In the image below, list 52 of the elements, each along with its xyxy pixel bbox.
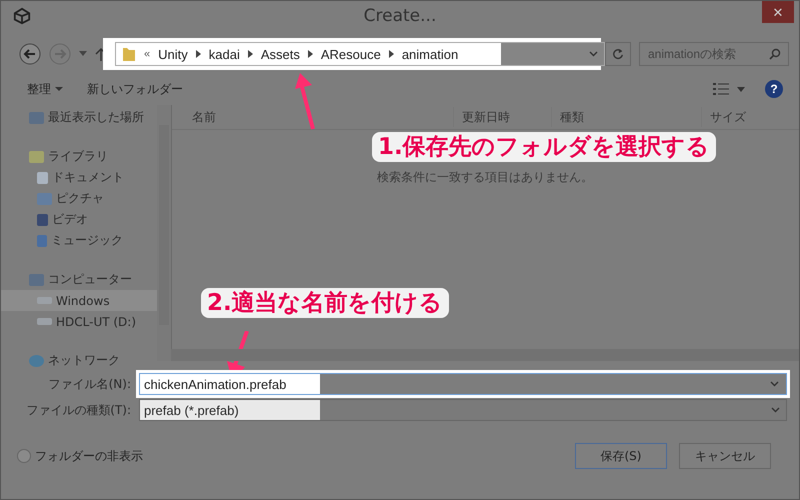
dropdown-icon[interactable]	[737, 86, 745, 92]
column-header[interactable]: 名前	[172, 107, 454, 127]
sidebar-item[interactable]: Windows	[1, 290, 157, 311]
dropdown-icon[interactable]	[79, 51, 87, 57]
breadcrumb-item[interactable]: AResouce	[320, 46, 381, 62]
breadcrumb-item[interactable]: Unity	[158, 46, 188, 62]
filename-field[interactable]: chickenAnimation.prefab	[139, 373, 787, 395]
breadcrumb-item[interactable]: Assets	[260, 46, 300, 62]
chevron-icon[interactable]	[248, 50, 253, 58]
close-button[interactable]: ✕	[762, 1, 794, 23]
sidebar-item[interactable]: 最近表示した場所	[1, 107, 157, 128]
sidebar-item[interactable]: ビデオ	[1, 209, 157, 230]
refresh-button[interactable]	[605, 42, 631, 66]
chevron-icon[interactable]	[308, 50, 313, 58]
hide-folders-button[interactable]: フォルダーの非表示	[17, 448, 143, 464]
sidebar-item[interactable]: コンピューター	[1, 269, 157, 290]
new-folder-button[interactable]: 新しいフォルダー	[85, 78, 185, 100]
filename-label: ファイル名(N):	[48, 376, 131, 392]
window-title: Create...	[364, 6, 436, 26]
back-icon[interactable]	[19, 43, 41, 65]
horizontal-scrollbar[interactable]	[171, 349, 799, 361]
breadcrumb-item[interactable]: animation	[402, 46, 458, 62]
filetype-dropdown[interactable]: prefab (*.prefab)	[139, 399, 787, 421]
dropdown-chevron-icon[interactable]	[771, 407, 780, 413]
sidebar-item[interactable]: ピクチャ	[1, 188, 157, 209]
chevron-icon[interactable]	[388, 50, 394, 58]
sidebar-item[interactable]: ミュージック	[1, 230, 157, 251]
column-header[interactable]: サイズ	[702, 107, 792, 127]
dialog-button[interactable]: 保存(S)	[575, 443, 667, 469]
refresh-icon	[612, 47, 624, 61]
sidebar-item[interactable]: ドキュメント	[1, 167, 157, 188]
overflow-chevron[interactable]: «	[144, 48, 150, 60]
column-header[interactable]: 種類	[552, 107, 702, 127]
organize-menu[interactable]: 整理	[25, 78, 65, 100]
dropdown-chevron-icon[interactable]	[589, 51, 598, 57]
dialog-button[interactable]: キャンセル	[679, 443, 771, 469]
search-icon[interactable]	[769, 48, 781, 60]
breadcrumb-item[interactable]: kadai	[208, 46, 240, 62]
sidebar-item[interactable]: ネットワーク	[1, 350, 157, 371]
search-field[interactable]: animationの検索	[639, 42, 789, 66]
sidebar-item[interactable]: HDCL-UT (D:)	[1, 311, 157, 332]
empty-message: 検索条件に一致する項目はありません。	[377, 169, 593, 186]
view-options-icon[interactable]	[713, 82, 729, 96]
help-button[interactable]: ?	[765, 80, 783, 98]
dropdown-chevron-icon[interactable]	[770, 381, 779, 387]
column-header[interactable]: 更新日時	[454, 107, 552, 127]
annotation-text: 2.適当な名前を付ける	[201, 288, 449, 318]
sidebar-item[interactable]: ライブラリ	[1, 146, 157, 167]
folder-icon	[122, 46, 136, 62]
chevron-icon[interactable]	[196, 50, 201, 58]
filetype-label: ファイルの種類(T):	[25, 402, 131, 418]
annotation-text: 1.保存先のフォルダを選択する	[372, 132, 716, 162]
